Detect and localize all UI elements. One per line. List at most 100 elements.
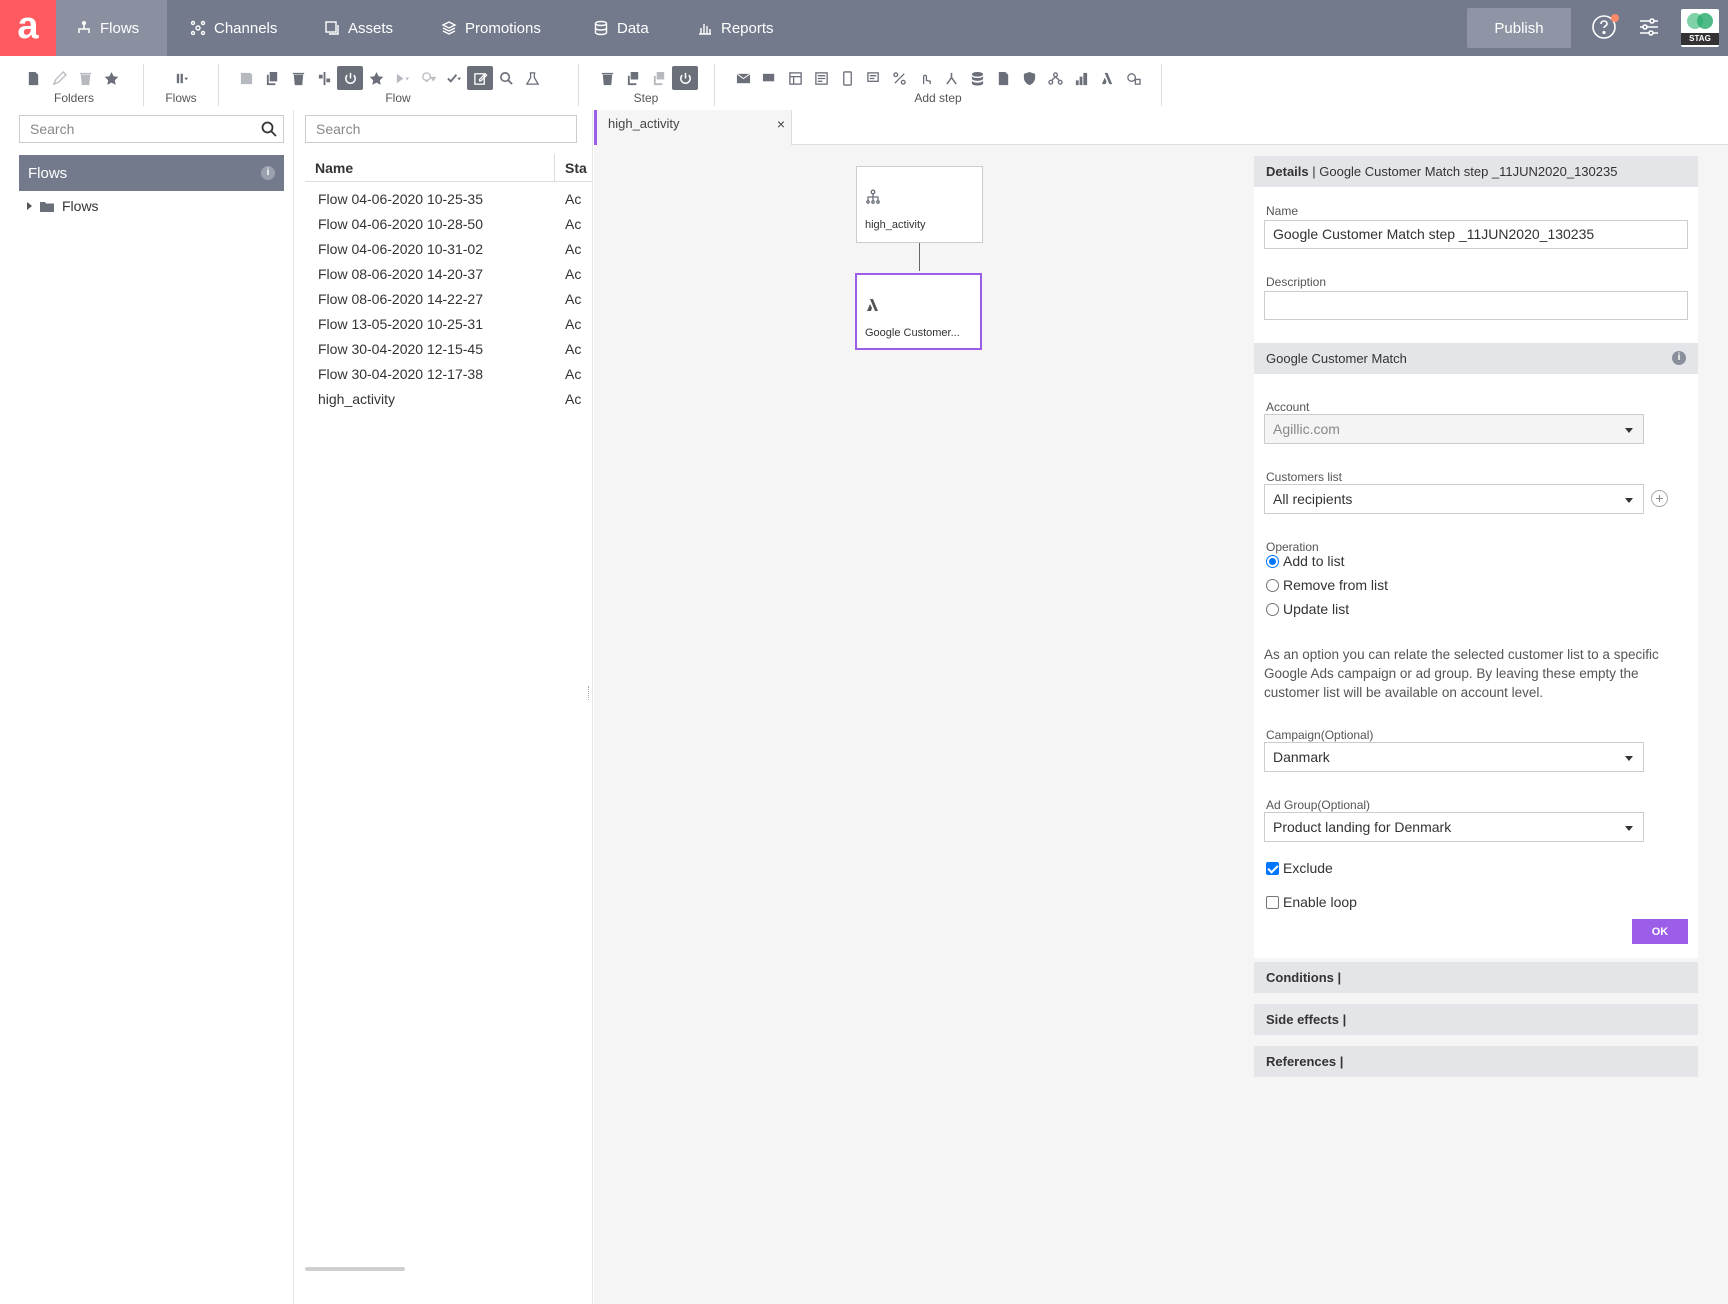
flow-status: Ac <box>565 341 582 357</box>
ad-group-select[interactable]: Product landing for Denmark <box>1264 812 1644 842</box>
paste-step-icon[interactable] <box>646 66 672 90</box>
expand-caret-icon[interactable] <box>27 202 32 210</box>
percent-step-icon[interactable] <box>886 66 912 90</box>
touch-step-icon[interactable] <box>912 66 938 90</box>
operation-update-list[interactable]: Update list <box>1266 601 1349 617</box>
exclude-option[interactable]: Exclude <box>1266 860 1333 876</box>
side-effects-section[interactable]: Side effects | <box>1254 1004 1698 1035</box>
panel-resize-handle[interactable] <box>588 686 591 700</box>
flow-search-input[interactable] <box>306 116 576 142</box>
account-select[interactable]: Agillic.com <box>1264 414 1644 444</box>
table-row[interactable]: Flow 30-04-2020 12-17-38 Ac <box>305 362 592 387</box>
table-row[interactable]: Flow 04-06-2020 10-28-50 Ac <box>305 212 592 237</box>
edit-mode-icon[interactable] <box>467 66 493 90</box>
tab-high-activity[interactable]: high_activity × <box>594 110 792 145</box>
conditions-section[interactable]: Conditions | <box>1254 962 1698 993</box>
info-icon[interactable]: i <box>261 166 275 180</box>
play-dropdown-icon[interactable] <box>389 66 415 90</box>
delete-step-icon[interactable] <box>594 66 620 90</box>
nav-tab-label: Channels <box>214 19 278 37</box>
table-row[interactable]: Flow 13-05-2020 10-25-31 Ac <box>305 312 592 337</box>
horizontal-scrollbar[interactable] <box>305 1267 405 1271</box>
nav-tab-channels[interactable]: Channels <box>170 0 297 56</box>
references-section[interactable]: References | <box>1254 1046 1698 1077</box>
flow-node-google-customer-match[interactable]: Google Customer... <box>855 273 982 350</box>
mobile-step-icon[interactable] <box>834 66 860 90</box>
pause-dropdown-icon[interactable] <box>168 66 194 90</box>
test-flask-icon[interactable] <box>519 66 545 90</box>
network-step-icon[interactable] <box>1042 66 1068 90</box>
split-step-icon[interactable] <box>938 66 964 90</box>
web-step-icon[interactable] <box>782 66 808 90</box>
customers-list-select[interactable]: All recipients <box>1264 484 1644 514</box>
copy-icon[interactable] <box>259 66 285 90</box>
email-variant-step-icon[interactable] <box>756 66 782 90</box>
radio-button[interactable] <box>1266 554 1279 568</box>
enable-loop-checkbox[interactable] <box>1266 895 1279 909</box>
close-tab-icon[interactable]: × <box>777 110 785 138</box>
nav-tab-promotions[interactable]: Promotions <box>421 0 561 56</box>
flow-list-header: Name Sta <box>305 154 592 182</box>
favorite-folder-icon[interactable] <box>98 66 124 90</box>
radio-button[interactable] <box>1266 578 1279 592</box>
google-ads-step-icon[interactable] <box>1094 66 1120 90</box>
delete-icon[interactable] <box>285 66 311 90</box>
table-row[interactable]: Flow 30-04-2020 12-15-45 Ac <box>305 337 592 362</box>
copy-step-icon[interactable] <box>620 66 646 90</box>
channels-icon <box>190 20 206 36</box>
toolbar-divider <box>218 64 219 106</box>
check-dropdown-icon[interactable] <box>441 66 467 90</box>
campaign-help-text: As an option you can relate the selected… <box>1264 647 1659 700</box>
table-row[interactable]: Flow 04-06-2020 10-25-35 Ac <box>305 187 592 212</box>
enable-loop-option[interactable]: Enable loop <box>1266 894 1357 910</box>
table-row[interactable]: Flow 04-06-2020 10-31-02 Ac <box>305 237 592 262</box>
ok-button[interactable]: OK <box>1632 919 1688 944</box>
power-icon[interactable] <box>337 66 363 90</box>
nav-tab-data[interactable]: Data <box>573 0 669 56</box>
column-header-status[interactable]: Sta <box>555 154 587 181</box>
environment-badge[interactable]: STAG <box>1681 9 1719 47</box>
column-header-name[interactable]: Name <box>305 154 555 181</box>
nav-tab-assets[interactable]: Assets <box>304 0 413 56</box>
operation-add-to-list[interactable]: Add to list <box>1266 553 1344 569</box>
name-field[interactable]: Google Customer Match step _11JUN2020_13… <box>1264 220 1688 249</box>
step-power-icon[interactable] <box>672 66 698 90</box>
table-row[interactable]: Flow 08-06-2020 14-22-27 Ac <box>305 287 592 312</box>
info-icon[interactable]: i <box>1672 351 1686 365</box>
new-folder-icon[interactable] <box>20 66 46 90</box>
radio-button[interactable] <box>1266 602 1279 616</box>
tree-item-flows[interactable]: Flows <box>27 198 99 214</box>
edit-folder-icon[interactable] <box>46 66 72 90</box>
nav-tab-flows[interactable]: Flows <box>56 0 167 56</box>
description-field[interactable] <box>1264 291 1688 320</box>
table-row[interactable]: high_activity Ac <box>305 387 592 412</box>
search-flow-icon[interactable] <box>493 66 519 90</box>
exclude-checkbox[interactable] <box>1266 861 1279 875</box>
folder-search-input[interactable] <box>20 116 283 142</box>
assets-icon <box>325 21 339 35</box>
campaign-select[interactable]: Danmark <box>1264 742 1644 772</box>
operation-remove-from-list[interactable]: Remove from list <box>1266 577 1388 593</box>
save-icon[interactable] <box>233 66 259 90</box>
lightbulb-dropdown-icon[interactable] <box>415 66 441 90</box>
facebook-audience-step-icon[interactable] <box>1120 66 1146 90</box>
sms-step-icon[interactable] <box>860 66 886 90</box>
table-row[interactable]: Flow 08-06-2020 14-20-37 Ac <box>305 262 592 287</box>
agillic-logo[interactable]: a <box>0 0 56 56</box>
search-icon[interactable] <box>261 121 277 137</box>
add-customer-list-icon[interactable]: + <box>1651 490 1668 507</box>
print-step-icon[interactable] <box>808 66 834 90</box>
delete-folder-icon[interactable] <box>72 66 98 90</box>
flow-node-root[interactable]: high_activity <box>856 166 983 243</box>
split-icon[interactable] <box>311 66 337 90</box>
star-icon[interactable] <box>363 66 389 90</box>
database-step-icon[interactable] <box>964 66 990 90</box>
nav-tab-reports[interactable]: Reports <box>677 0 794 56</box>
document-step-icon[interactable] <box>990 66 1016 90</box>
email-step-icon[interactable] <box>730 66 756 90</box>
publish-button[interactable]: Publish <box>1467 8 1571 48</box>
flow-status: Ac <box>565 391 582 407</box>
export-step-icon[interactable] <box>1068 66 1094 90</box>
settings-sliders-icon[interactable] <box>1636 14 1662 40</box>
shield-step-icon[interactable] <box>1016 66 1042 90</box>
